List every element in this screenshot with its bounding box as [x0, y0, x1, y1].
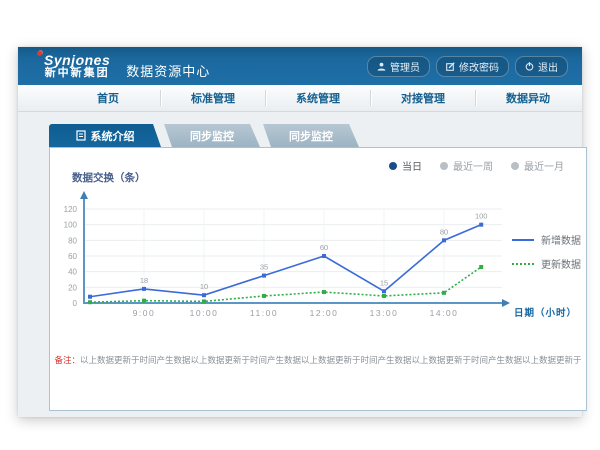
- radio-selected-icon: [389, 162, 397, 170]
- power-icon: [525, 62, 534, 71]
- change-password-button[interactable]: 修改密码: [436, 56, 509, 77]
- admin-user-label: 管理员: [390, 59, 420, 74]
- radio-last-week[interactable]: 最近一周: [440, 158, 493, 173]
- chart-card: 当日 最近一周 最近一月 数据交换（条） 0204060801001209:00…: [49, 147, 587, 411]
- main-nav: 首页 标准管理 系统管理 对接管理 数据异动: [18, 85, 582, 112]
- time-range-filter: 当日 最近一周 最近一月: [389, 158, 564, 173]
- svg-text:0: 0: [73, 299, 78, 308]
- svg-text:60: 60: [68, 252, 77, 261]
- svg-text:100: 100: [475, 212, 488, 221]
- radio-unselected-icon: [511, 162, 519, 170]
- legend-item-updated-data: 更新数据: [512, 256, 581, 271]
- chart-legend: 新增数据 更新数据: [512, 232, 581, 271]
- svg-text:80: 80: [440, 227, 448, 236]
- svg-text:120: 120: [64, 205, 78, 214]
- content-area: 系统介绍 同步监控 同步监控 当日 最近一周: [18, 112, 582, 417]
- radio-unselected-icon: [440, 162, 448, 170]
- nav-item-system-mgmt[interactable]: 系统管理: [266, 85, 370, 111]
- brand-logo: Synjones 新中新集团: [44, 53, 110, 79]
- logout-button[interactable]: 退出: [515, 56, 568, 77]
- app-window: Synjones 新中新集团 数据资源中心 管理员 修改密码 退出: [18, 47, 582, 417]
- change-password-label: 修改密码: [459, 59, 499, 74]
- admin-user-button[interactable]: 管理员: [367, 56, 430, 77]
- svg-text:13:00: 13:00: [370, 308, 399, 318]
- radio-label: 最近一月: [524, 158, 564, 173]
- svg-text:14:00: 14:00: [430, 308, 459, 318]
- svg-text:日期（小时）: 日期（小时）: [514, 307, 577, 319]
- radio-last-month[interactable]: 最近一月: [511, 158, 564, 173]
- svg-text:15: 15: [380, 278, 388, 287]
- nav-item-standard-mgmt[interactable]: 标准管理: [161, 85, 265, 111]
- line-chart: 0 20 40 60 80 100 120 9:00 10:00 11:00 12:00 13:00 1…: [50, 182, 588, 327]
- svg-text:11:00: 11:00: [250, 308, 278, 318]
- logout-label: 退出: [538, 59, 558, 74]
- tab-sync-monitor-2[interactable]: 同步监控: [263, 124, 359, 147]
- svg-text:40: 40: [68, 268, 77, 277]
- svg-text:9:00: 9:00: [133, 308, 156, 318]
- footer-note: 备注：以上数据更新于时间产生数据以上数据更新于时间产生数据以上数据更新于时间产生…: [50, 354, 586, 366]
- svg-text:10:00: 10:00: [190, 308, 219, 318]
- tab-bar: 系统介绍 同步监控 同步监控: [49, 124, 359, 147]
- radio-label: 当日: [402, 158, 422, 173]
- tab-sync-monitor-1[interactable]: 同步监控: [164, 124, 260, 147]
- user-icon: [377, 62, 386, 71]
- radio-today[interactable]: 当日: [389, 158, 422, 173]
- svg-text:80: 80: [68, 236, 77, 245]
- tab-system-intro[interactable]: 系统介绍: [49, 124, 161, 147]
- tab-label: 同步监控: [289, 128, 333, 144]
- logo-spark-icon: [37, 51, 42, 56]
- svg-text:18: 18: [140, 276, 148, 285]
- svg-text:12:00: 12:00: [310, 308, 339, 318]
- edit-icon: [446, 62, 455, 71]
- page-title: 数据资源中心: [126, 61, 210, 80]
- header-user-actions: 管理员 修改密码 退出: [367, 56, 568, 77]
- document-icon: [76, 130, 86, 141]
- nav-item-interface-mgmt[interactable]: 对接管理: [371, 85, 475, 111]
- footer-note-prefix: 备注：: [54, 355, 80, 365]
- legend-item-new-data: 新增数据: [512, 232, 581, 247]
- svg-text:100: 100: [64, 221, 78, 230]
- nav-item-home[interactable]: 首页: [56, 85, 160, 111]
- legend-label: 新增数据: [541, 232, 581, 247]
- svg-text:60: 60: [320, 243, 328, 252]
- green-dotted-line-icon: [512, 263, 534, 265]
- app-header: Synjones 新中新集团 数据资源中心 管理员 修改密码 退出: [18, 47, 582, 85]
- tab-label: 同步监控: [190, 128, 234, 144]
- svg-text:10: 10: [200, 282, 208, 291]
- legend-label: 更新数据: [541, 256, 581, 271]
- radio-label: 最近一周: [453, 158, 493, 173]
- logo-text-cn: 新中新集团: [44, 68, 110, 80]
- svg-text:20: 20: [68, 283, 77, 292]
- blue-line-icon: [512, 239, 534, 241]
- footer-note-text: 以上数据更新于时间产生数据以上数据更新于时间产生数据以上数据更新于时间产生数据以…: [80, 355, 582, 365]
- tab-label: 系统介绍: [91, 128, 135, 144]
- logo-text-en: Synjones: [44, 53, 110, 68]
- nav-item-data-change[interactable]: 数据异动: [476, 85, 580, 111]
- svg-text:35: 35: [260, 263, 268, 272]
